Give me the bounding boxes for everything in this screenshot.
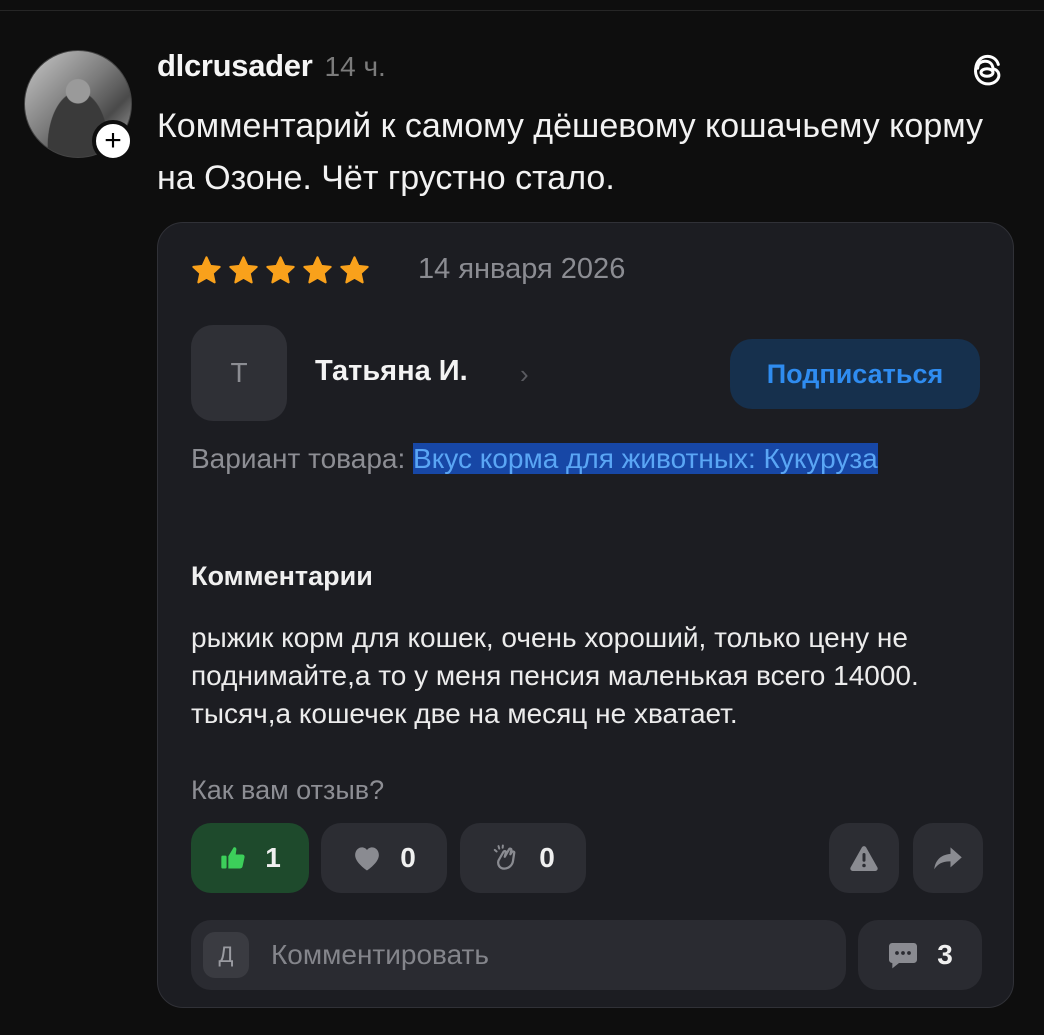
like-button[interactable]: 1 xyxy=(191,823,309,893)
star-icon xyxy=(266,256,295,284)
warning-icon xyxy=(850,846,878,871)
post-time: 14 ч. xyxy=(324,51,386,82)
review-date: 14 января 2026 xyxy=(418,253,626,285)
follow-plus-icon[interactable]: + xyxy=(92,120,134,162)
heart-icon xyxy=(355,847,380,871)
heart-button[interactable]: 0 xyxy=(321,823,447,893)
thumbs-up-icon xyxy=(221,847,245,869)
input-avatar: Д xyxy=(203,932,249,978)
clap-count: 0 xyxy=(539,842,555,873)
post-text: Комментарий к самому дёшевому кошачьему … xyxy=(157,107,984,197)
reviewer-name[interactable]: Татьяна И. xyxy=(315,355,468,388)
comments-count-button[interactable]: 3 xyxy=(858,920,982,990)
like-count: 1 xyxy=(265,842,281,873)
subscribe-button[interactable]: Подписаться xyxy=(730,339,980,409)
report-button[interactable] xyxy=(829,823,899,893)
reviewer-avatar[interactable]: Т xyxy=(191,325,287,421)
product-variant: Вариант товара: Вкус корма для животных:… xyxy=(191,439,991,479)
rating-stars xyxy=(191,255,370,286)
review-card: 14 января 2026 Т Татьяна И. › Подписатьс… xyxy=(157,222,1014,1008)
heart-count: 0 xyxy=(400,842,416,873)
chevron-right-icon[interactable]: › xyxy=(520,359,529,390)
post-header: dlcrusader 14 ч. xyxy=(157,48,386,84)
divider xyxy=(0,10,1044,11)
comment-input[interactable]: Д Комментировать xyxy=(191,920,846,990)
star-icon xyxy=(192,256,221,284)
star-icon xyxy=(229,256,258,284)
star-icon xyxy=(340,256,369,284)
variant-label: Вариант товара: xyxy=(191,443,406,474)
clap-button[interactable]: 0 xyxy=(460,823,586,893)
username[interactable]: dlcrusader xyxy=(157,48,313,84)
comments-section-title: Комментарии xyxy=(191,561,373,591)
share-button[interactable] xyxy=(913,823,983,893)
clap-icon xyxy=(493,844,516,870)
review-comment-text: рыжик корм для кошек, очень хороший, тол… xyxy=(191,622,919,729)
threads-icon[interactable] xyxy=(966,50,1006,90)
threads-post-page: + dlcrusader 14 ч. Комментарий к самому … xyxy=(0,0,1044,1035)
comment-input-placeholder: Комментировать xyxy=(271,939,489,970)
star-icon xyxy=(303,256,332,284)
share-icon xyxy=(934,847,962,870)
comment-bubble-icon xyxy=(889,943,918,969)
variant-value[interactable]: Вкус корма для животных: Кукуруза xyxy=(413,443,878,474)
review-feedback-question: Как вам отзыв? xyxy=(191,775,385,805)
comments-count: 3 xyxy=(937,939,953,970)
